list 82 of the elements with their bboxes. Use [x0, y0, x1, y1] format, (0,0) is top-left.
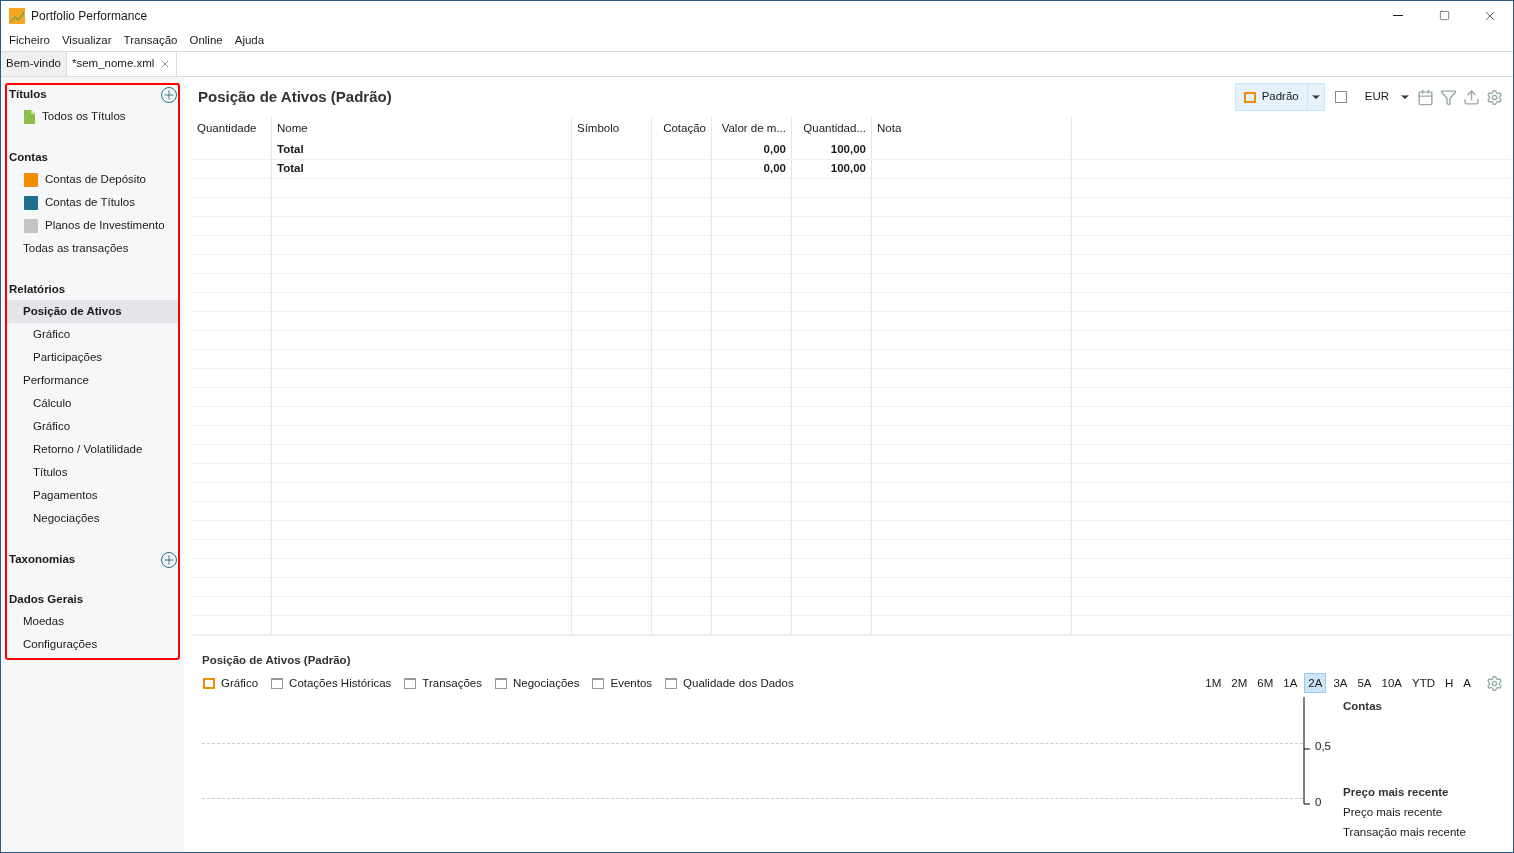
sidebar-item[interactable]: Contas de Títulos — [7, 191, 178, 214]
view-toggle[interactable]: Negociações — [495, 674, 580, 692]
menu-item[interactable]: Ajuda — [234, 31, 265, 50]
period-button[interactable]: 5A — [1354, 673, 1375, 694]
app-logo-icon — [9, 7, 25, 24]
section-title: Relatórios — [8, 282, 66, 298]
column-header[interactable]: Quantidad... — [792, 117, 872, 141]
column-header[interactable]: Nota — [872, 117, 1072, 141]
legend-label: Transação mais recente — [1343, 825, 1467, 840]
column-header[interactable]: Quantidade — [192, 117, 272, 141]
menu-item[interactable]: Online — [189, 31, 223, 50]
table-cell-text: 0,00 — [763, 142, 786, 158]
section-title: Taxonomias — [8, 552, 76, 568]
window-title: Portfolio Performance — [31, 7, 148, 25]
view-toggle[interactable]: Transações — [404, 674, 482, 692]
period-button[interactable]: 3A — [1330, 673, 1351, 694]
section-title: Posição de Ativos (Padrão) — [202, 653, 352, 668]
column-header[interactable]: Valor de m... — [712, 117, 792, 141]
menu-item[interactable]: Ficheiro — [9, 31, 50, 50]
sidebar-item[interactable]: Planos de Investimento — [7, 214, 178, 237]
add-icon[interactable] — [161, 552, 177, 568]
sidebar-item[interactable]: Posição de Ativos — [7, 300, 178, 323]
period-button[interactable]: 6M — [1254, 673, 1277, 694]
page-title: Posição de Ativos (Padrão) — [198, 86, 392, 107]
sidebar-item[interactable]: Performance — [7, 369, 178, 392]
section-title: Contas — [8, 150, 48, 166]
column-header[interactable]: Nome — [272, 117, 572, 141]
view-toggle[interactable]: Cotações Históricas — [271, 674, 392, 692]
view-toggle[interactable]: Eventos — [592, 674, 653, 692]
table-cell-text: Total — [277, 161, 304, 177]
minimize-icon — [1393, 15, 1403, 16]
y-axis-icon — [1303, 697, 1311, 808]
sidebar-item[interactable]: Retorno / Volatilidade — [7, 438, 178, 461]
settings-icon[interactable] — [1486, 88, 1503, 106]
view-toggle[interactable]: Gráfico — [203, 674, 259, 692]
legend-label: Contas — [1343, 699, 1383, 714]
sidebar-item[interactable]: Pagamentos — [7, 484, 178, 507]
menu-item[interactable]: Transação — [123, 31, 178, 50]
sidebar-item[interactable]: Participações — [7, 346, 178, 369]
column-header[interactable]: Cotação — [652, 117, 712, 141]
sidebar-item[interactable]: Cálculo — [7, 392, 178, 415]
period-button[interactable]: 2M — [1228, 673, 1251, 694]
window-icon[interactable] — [1334, 91, 1347, 103]
period-button[interactable]: A — [1460, 673, 1474, 694]
axis-label: 0,5 — [1315, 739, 1332, 755]
export-icon[interactable] — [1463, 88, 1480, 106]
add-icon[interactable] — [161, 87, 177, 103]
sidebar-item[interactable]: Moedas — [7, 610, 178, 633]
section-title: Dados Gerais — [8, 592, 84, 608]
sidebar-item[interactable]: Configurações — [7, 633, 178, 656]
settings-icon[interactable] — [1486, 674, 1503, 692]
tab[interactable]: Bem-vindo — [1, 52, 67, 76]
column-header[interactable]: Símbolo — [572, 117, 652, 141]
legend-label: Preço mais recente — [1343, 785, 1450, 800]
sidebar-item[interactable]: Contas de Depósito — [7, 168, 178, 191]
table-cell-text: 100,00 — [830, 161, 866, 177]
period-button[interactable]: 10A — [1378, 673, 1405, 694]
table-cell-text: 100,00 — [830, 142, 866, 158]
period-button[interactable]: YTD — [1409, 673, 1438, 694]
view-toggle[interactable]: Qualidade dos Dados — [665, 674, 794, 692]
currency-dropdown[interactable]: EUR — [1364, 88, 1411, 106]
maximize-icon — [1438, 10, 1450, 21]
sidebar-item[interactable]: Gráfico — [7, 415, 178, 438]
section-title: Títulos — [8, 87, 47, 103]
period-button[interactable]: 1M — [1202, 673, 1225, 694]
sidebar-item[interactable]: Títulos — [7, 461, 178, 484]
axis-label: 0 — [1315, 794, 1323, 810]
period-button[interactable]: 1A — [1280, 673, 1301, 694]
filter-icon[interactable] — [1440, 88, 1457, 106]
sidebar-item[interactable]: Todos os Títulos — [7, 105, 178, 128]
sidebar-item[interactable]: Negociações — [7, 507, 178, 530]
sidebar-item[interactable]: Todas as transações — [7, 237, 178, 260]
table-cell-text: Total — [277, 142, 304, 158]
calendar-icon[interactable] — [1417, 88, 1434, 106]
legend-label: Preço mais recente — [1343, 805, 1444, 820]
document-icon — [24, 109, 35, 124]
period-button[interactable]: 2A — [1304, 673, 1327, 694]
table-cell-text: 0,00 — [763, 161, 786, 177]
view-icon — [1243, 91, 1256, 103]
period-button[interactable]: H — [1442, 673, 1457, 694]
sidebar-item[interactable]: Gráfico — [7, 323, 178, 346]
menu-item[interactable]: Visualizar — [61, 31, 112, 50]
